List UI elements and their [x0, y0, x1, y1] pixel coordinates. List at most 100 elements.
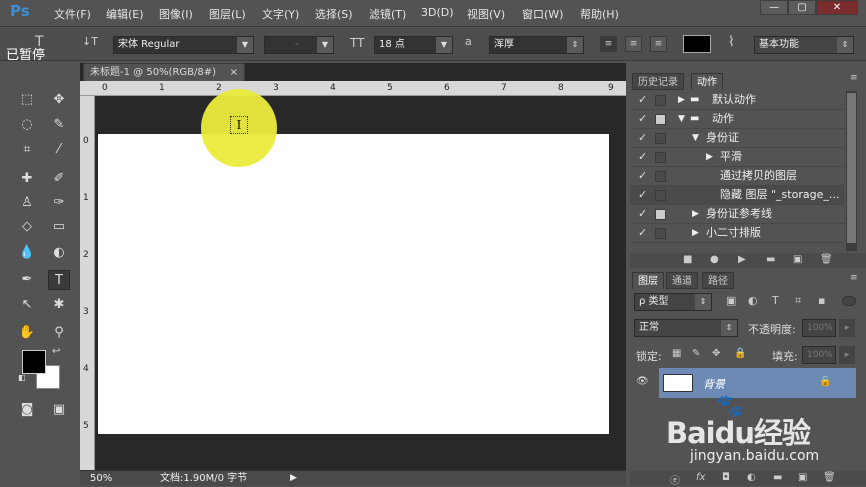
close-tab-icon[interactable]: ×: [230, 64, 238, 81]
dialog-toggle-box[interactable]: [655, 190, 666, 201]
layer-row-background[interactable]: 背景 🔒: [659, 368, 856, 398]
new-action-button[interactable]: ▣: [793, 254, 802, 265]
actions-scrollbar[interactable]: [846, 91, 857, 251]
dialog-toggle-box[interactable]: [655, 152, 666, 163]
text-color-swatch[interactable]: [683, 35, 711, 53]
tab-layers[interactable]: 图层: [632, 272, 664, 289]
healing-brush-tool-icon[interactable]: ✚: [16, 169, 38, 189]
action-row[interactable]: ✓ ▶ 身份证参考线: [630, 205, 844, 224]
marquee-tool-icon[interactable]: ⬚: [16, 90, 38, 110]
checkmark-icon[interactable]: ✓: [638, 110, 650, 128]
expand-right-icon[interactable]: ▶: [706, 148, 713, 166]
checkmark-icon[interactable]: ✓: [638, 167, 650, 185]
tab-actions[interactable]: 动作: [691, 73, 723, 90]
layer-filter-select[interactable]: ρ 类型 ⇕: [634, 293, 712, 311]
checkmark-icon[interactable]: ✓: [638, 205, 650, 223]
menu-image[interactable]: 图像(I): [159, 6, 193, 22]
swap-colors-icon[interactable]: ↩: [52, 346, 60, 357]
tab-channels[interactable]: 通道: [666, 272, 698, 289]
opacity-slider-toggle[interactable]: ▸: [839, 319, 855, 337]
lock-brush-icon[interactable]: ✎: [692, 348, 700, 359]
menu-window[interactable]: 窗口(W): [522, 6, 563, 22]
dialog-toggle-box[interactable]: [655, 209, 666, 220]
dodge-tool-icon[interactable]: ◐: [48, 243, 70, 263]
menu-file[interactable]: 文件(F): [54, 6, 91, 22]
menu-layer[interactable]: 图层(L): [209, 6, 246, 22]
move-tool-icon[interactable]: ✥: [48, 90, 70, 110]
panel-menu-icon[interactable]: ≡: [850, 273, 858, 283]
filter-adjust-icon[interactable]: ◐: [748, 294, 758, 307]
menu-edit[interactable]: 编辑(E): [106, 6, 144, 22]
scrollbar-thumb[interactable]: [847, 93, 856, 243]
eyedropper-tool-icon[interactable]: ⁄: [48, 140, 70, 160]
font-style-select[interactable]: - ▼: [264, 36, 334, 54]
hand-tool-icon[interactable]: ✋: [16, 323, 38, 343]
expand-right-icon[interactable]: ▶: [678, 91, 685, 109]
layer-visibility-icon[interactable]: 👁: [636, 376, 649, 387]
opacity-input[interactable]: 100%: [802, 319, 836, 337]
checkmark-icon[interactable]: ✓: [638, 129, 650, 147]
menu-type[interactable]: 文字(Y): [262, 6, 299, 22]
zoom-level[interactable]: 50%: [90, 471, 112, 486]
new-set-button[interactable]: ▬: [766, 254, 775, 265]
layer-style-button[interactable]: fx: [696, 472, 705, 483]
foreground-color-swatch[interactable]: [22, 350, 46, 374]
brush-tool-icon[interactable]: ✐: [48, 169, 70, 189]
align-right-button[interactable]: ≡: [650, 36, 667, 52]
action-row[interactable]: ✓ ▶ 小二寸排版: [630, 224, 844, 243]
record-button[interactable]: ●: [710, 254, 719, 265]
history-brush-tool-icon[interactable]: ✑: [48, 193, 70, 213]
lasso-tool-icon[interactable]: ◌: [16, 115, 38, 135]
expand-down-icon[interactable]: ▼: [692, 129, 699, 147]
screen-mode-icon[interactable]: ▣: [48, 400, 70, 420]
image-canvas[interactable]: [98, 134, 609, 434]
align-left-button[interactable]: ≡: [600, 36, 617, 52]
lock-all-icon[interactable]: 🔒: [734, 348, 746, 359]
action-row[interactable]: ✓ ▶ ▬ 默认动作: [630, 91, 844, 110]
crop-tool-icon[interactable]: ⌗: [16, 140, 38, 160]
menu-select[interactable]: 选择(S): [315, 6, 353, 22]
close-window-button[interactable]: ✕: [816, 0, 858, 15]
delete-action-button[interactable]: 🗑: [820, 254, 833, 265]
menu-3d[interactable]: 3D(D): [421, 6, 454, 19]
new-group-button[interactable]: ▬: [773, 472, 782, 483]
checkmark-icon[interactable]: ✓: [638, 148, 650, 166]
dialog-toggle-box[interactable]: [655, 171, 666, 182]
quick-select-tool-icon[interactable]: ✎: [48, 115, 70, 135]
type-tool-icon[interactable]: T: [48, 270, 70, 290]
dialog-toggle-box[interactable]: [655, 228, 666, 239]
checkmark-icon[interactable]: ✓: [638, 91, 650, 109]
action-row[interactable]: ✓ ▼ 身份证: [630, 129, 844, 148]
dialog-toggle-box[interactable]: [655, 133, 666, 144]
workspace-select[interactable]: 基本功能 ⇕: [754, 36, 854, 54]
add-mask-button[interactable]: ◘: [722, 472, 730, 483]
align-center-button[interactable]: ≡: [625, 36, 642, 52]
panel-menu-icon[interactable]: ≡: [850, 73, 858, 83]
filter-pixel-icon[interactable]: ▣: [726, 294, 736, 307]
menu-filter[interactable]: 滤镜(T): [369, 6, 406, 22]
stop-button[interactable]: ■: [683, 254, 692, 265]
warp-text-icon[interactable]: ⌇: [728, 34, 735, 50]
adjustment-layer-button[interactable]: ◐: [747, 472, 756, 483]
clone-stamp-tool-icon[interactable]: ♙: [16, 193, 38, 213]
filter-shape-icon[interactable]: ⌗: [795, 294, 801, 308]
dialog-toggle-box[interactable]: [655, 114, 666, 125]
expand-right-icon[interactable]: ▶: [692, 224, 699, 242]
fill-input[interactable]: 100%: [802, 346, 836, 364]
menu-help[interactable]: 帮助(H): [580, 6, 619, 22]
blend-mode-select[interactable]: 正常 ⇕: [634, 319, 738, 337]
action-row[interactable]: ✓ ▼ ▬ 动作: [630, 110, 844, 129]
document-tab[interactable]: 未标题-1 @ 50%(RGB/8#) ×: [83, 63, 245, 81]
default-colors-icon[interactable]: ◧: [18, 373, 26, 382]
play-button[interactable]: ▶: [738, 254, 746, 265]
filter-smart-icon[interactable]: ▪: [818, 294, 825, 307]
lock-pixels-icon[interactable]: ▦: [672, 348, 681, 359]
dialog-toggle-box[interactable]: [655, 95, 666, 106]
font-size-select[interactable]: 18 点 ▼: [374, 36, 453, 54]
checkmark-icon[interactable]: ✓: [638, 224, 650, 242]
action-row[interactable]: ✓ ▶ 平滑: [630, 148, 844, 167]
delete-layer-button[interactable]: 🗑: [823, 472, 836, 483]
action-row[interactable]: ✓ 通过拷贝的图层: [630, 167, 844, 186]
blur-tool-icon[interactable]: 💧: [16, 243, 38, 263]
quick-mask-icon[interactable]: ◙: [16, 400, 38, 420]
